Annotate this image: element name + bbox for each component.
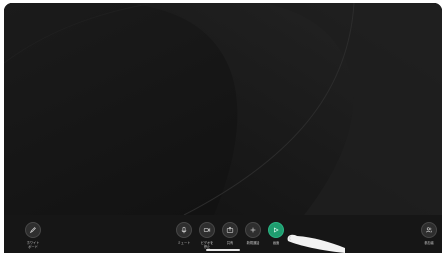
present-button[interactable] bbox=[268, 222, 284, 238]
touch-finger-overlay bbox=[287, 234, 345, 253]
cast-icon bbox=[274, 227, 279, 233]
share-screen-icon bbox=[226, 226, 234, 233]
whiteboard-button[interactable] bbox=[25, 222, 41, 238]
microphone-icon bbox=[181, 226, 187, 234]
share-label: 共有 bbox=[226, 241, 234, 245]
meeting-device-screen: ホワイト ボード ミュート ビデオを 停止 共有 新規通話 画面 参加者 bbox=[4, 3, 442, 253]
participants-button[interactable] bbox=[421, 222, 437, 238]
whiteboard-label: ホワイト ボード bbox=[26, 241, 40, 249]
participants-icon bbox=[426, 227, 432, 233]
home-indicator[interactable] bbox=[206, 249, 240, 251]
mute-label: ミュート bbox=[177, 241, 191, 245]
meeting-toolbar: ホワイト ボード ミュート ビデオを 停止 共有 新規通話 画面 参加者 bbox=[4, 215, 442, 253]
pen-icon bbox=[29, 227, 36, 234]
video-camera-icon bbox=[203, 228, 211, 232]
plus-icon bbox=[250, 227, 256, 233]
main-stage bbox=[4, 3, 442, 215]
stop-video-label: ビデオを 停止 bbox=[200, 241, 214, 249]
new-meeting-label: 新規通話 bbox=[246, 241, 260, 245]
new-meeting-button[interactable] bbox=[245, 222, 261, 238]
mute-button[interactable] bbox=[176, 222, 192, 238]
participants-label: 参加者 bbox=[424, 241, 434, 245]
background-graphic bbox=[4, 3, 442, 215]
present-label: 画面 bbox=[272, 241, 280, 245]
stop-video-button[interactable] bbox=[199, 222, 215, 238]
share-button[interactable] bbox=[222, 222, 238, 238]
